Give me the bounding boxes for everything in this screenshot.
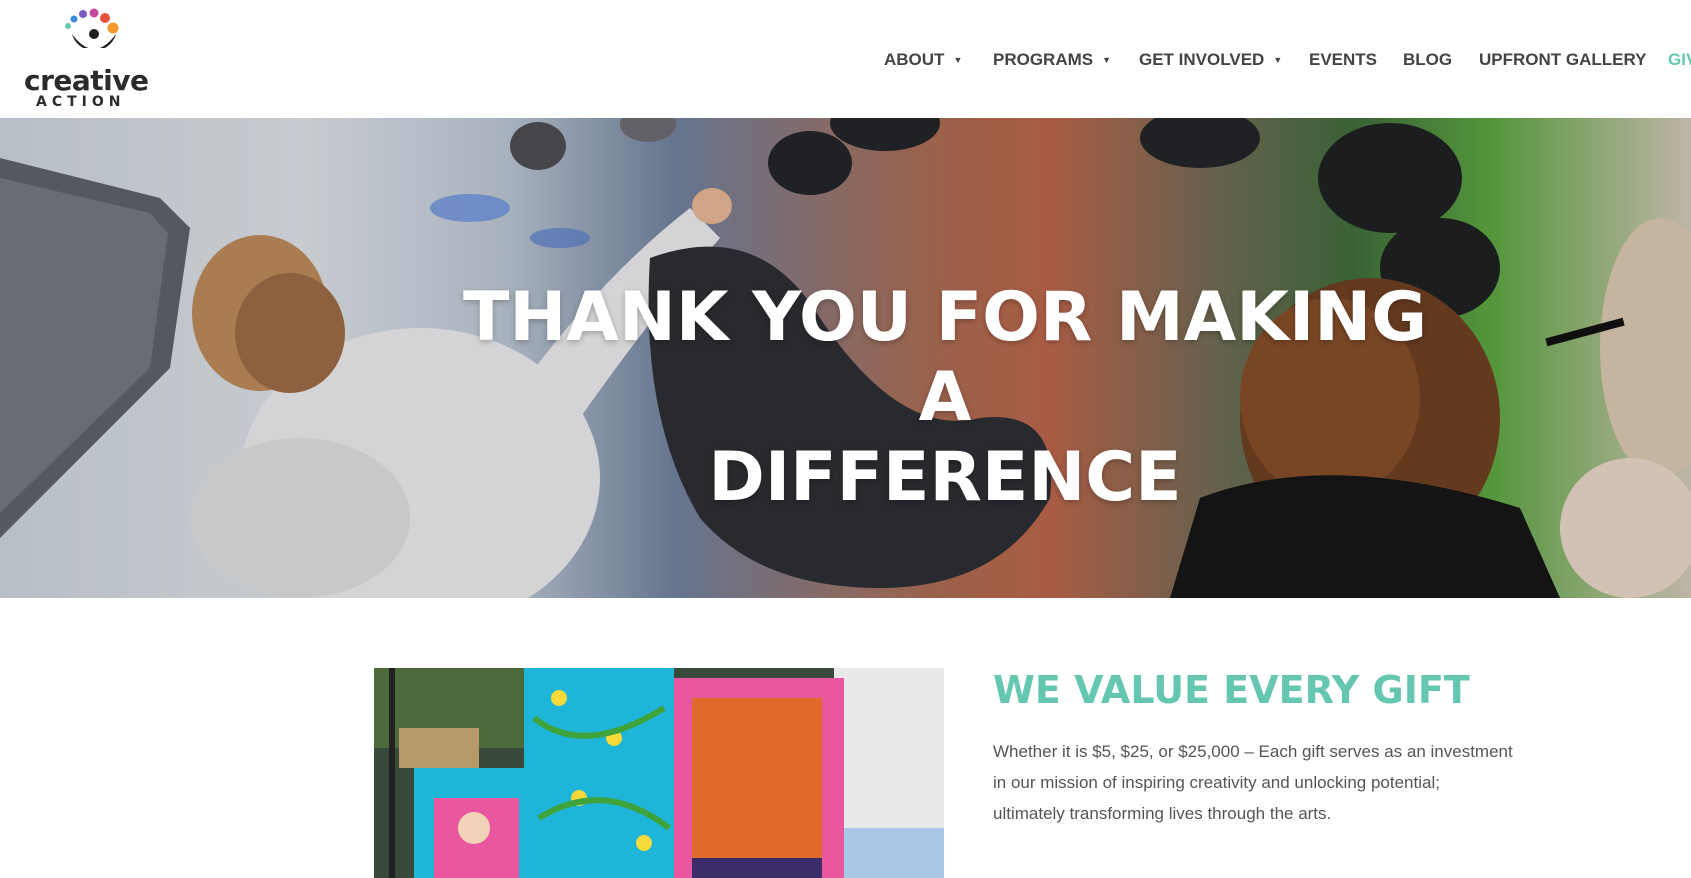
nav-item-about[interactable]: ABOUT ▼: [884, 50, 962, 70]
caret-down-icon: ▼: [953, 55, 963, 65]
section-heading: WE VALUE EVERY GIFT: [993, 668, 1470, 712]
nav-item-label: BLOG: [1403, 50, 1453, 69]
nav-item-give[interactable]: GIV: [1668, 50, 1691, 70]
nav-item-label: PROGRAMS: [993, 50, 1094, 69]
hero-title-line-1: THANK YOU FOR MAKING A: [462, 278, 1428, 437]
utility-box-mural-photo: [374, 668, 944, 878]
nav-item-upfront-gallery[interactable]: UPFRONT GALLERY: [1479, 50, 1646, 70]
caret-down-icon: ▼: [1273, 55, 1283, 65]
nav-item-label: GET INVOLVED: [1139, 50, 1265, 69]
nav-item-label: EVENTS: [1309, 50, 1378, 69]
hero-title-line-2: DIFFERENCE: [708, 438, 1182, 517]
hero-title: THANK YOU FOR MAKING A DIFFERENCE: [445, 278, 1445, 518]
nav-item-programs[interactable]: PROGRAMS ▼: [993, 50, 1111, 70]
nav-item-blog[interactable]: BLOG: [1403, 50, 1452, 70]
creative-action-logo[interactable]: creative ACTION: [22, 6, 149, 112]
nav-item-label: GIV: [1668, 50, 1691, 69]
section-body-text: Whether it is $5, $25, or $25,000 – Each…: [993, 742, 1513, 823]
hero-banner: THANK YOU FOR MAKING A DIFFERENCE: [0, 118, 1691, 598]
logo-mark-icon: [65, 8, 119, 48]
site-header: creative ACTION ABOUT ▼ PROGRAMS ▼ GET INV…: [0, 0, 1691, 118]
logo-text-action: ACTION: [36, 94, 126, 110]
nav-item-label: UPFRONT GALLERY: [1479, 50, 1647, 69]
nav-item-events[interactable]: EVENTS: [1309, 50, 1377, 70]
caret-down-icon: ▼: [1102, 55, 1112, 65]
nav-item-get-involved[interactable]: GET INVOLVED ▼: [1139, 50, 1282, 70]
mural-photo-image: [374, 668, 944, 878]
logo-text-creative: creative: [24, 64, 149, 97]
nav-item-label: ABOUT: [884, 50, 945, 69]
